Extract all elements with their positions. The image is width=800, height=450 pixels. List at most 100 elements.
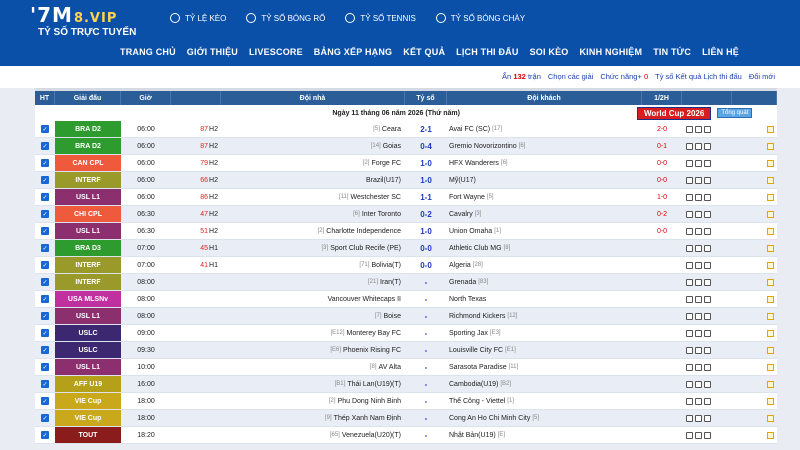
away-team[interactable]: HFX Wanderers [6] — [447, 155, 642, 171]
lineup-icon[interactable] — [695, 380, 702, 388]
away-team[interactable]: Cambodia(U19) [B2] — [447, 376, 642, 392]
row-checkbox[interactable]: ✓ — [41, 329, 49, 337]
settings-icon[interactable] — [704, 244, 711, 252]
home-team[interactable]: [2] Phu Dong Ninh Binh — [221, 393, 405, 409]
away-team[interactable]: Cong An Ho Chi Minh City [5] — [447, 410, 642, 426]
home-team[interactable]: [6] Inter Toronto — [221, 206, 405, 222]
away-team[interactable]: Avai FC (SC) [17] — [447, 121, 642, 137]
row-checkbox[interactable]: ✓ — [41, 142, 49, 150]
league-badge[interactable]: USL L1 — [55, 308, 121, 324]
settings-icon[interactable] — [704, 346, 711, 354]
away-team[interactable]: Richmond Kickers [12] — [447, 308, 642, 324]
lineup-icon[interactable] — [695, 414, 702, 422]
row-checkbox[interactable]: ✓ — [41, 363, 49, 371]
row-checkbox[interactable]: ✓ — [41, 227, 49, 235]
home-team[interactable]: [E12] Monterey Bay FC — [221, 325, 405, 341]
row-checkbox[interactable]: ✓ — [41, 414, 49, 422]
table-row[interactable]: ✓ BRA D2 06:00 87 H2 [5] Ceara 2-1 Avai FC (SC)[… — [35, 121, 777, 138]
settings-icon[interactable] — [704, 176, 711, 184]
league-badge[interactable]: INTERF — [55, 257, 121, 273]
table-row[interactable]: ✓ VIE Cup 18:00 [2] Phu Dong Ninh Binh - Thể C… — [35, 393, 777, 410]
row-checkbox[interactable]: ✓ — [41, 244, 49, 252]
stats-icon[interactable] — [686, 431, 693, 439]
stats-icon[interactable] — [686, 295, 693, 303]
away-team[interactable]: Louisville City FC [E1] — [447, 342, 642, 358]
favorite-icon[interactable] — [767, 261, 774, 269]
away-team[interactable]: Nhật Bản(U19) [E] — [447, 427, 642, 443]
settings-icon[interactable] — [704, 414, 711, 422]
settings-icon[interactable] — [704, 312, 711, 320]
league-badge[interactable]: AFF U19 — [55, 376, 121, 392]
nav-home[interactable]: TRANG CHỦ — [120, 47, 176, 57]
stats-icon[interactable] — [686, 380, 693, 388]
nav-experience[interactable]: KINH NGHIỆM — [579, 47, 642, 57]
row-checkbox[interactable]: ✓ — [41, 159, 49, 167]
table-row[interactable]: ✓ USLC 09:00 [E12] Monterey Bay FC - Sporting … — [35, 325, 777, 342]
away-team[interactable]: North Texas — [447, 291, 642, 307]
row-checkbox[interactable]: ✓ — [41, 312, 49, 320]
settings-icon[interactable] — [704, 329, 711, 337]
nav-livescore[interactable]: LIVESCORE — [249, 47, 303, 57]
table-row[interactable]: ✓ USL L1 06:30 51 H2 [2] Charlotte Independenc… — [35, 223, 777, 240]
favorite-icon[interactable] — [767, 244, 774, 252]
lineup-icon[interactable] — [695, 329, 702, 337]
league-badge[interactable]: USL L1 — [55, 189, 121, 205]
row-checkbox[interactable]: ✓ — [41, 125, 49, 133]
favorite-icon[interactable] — [767, 278, 774, 286]
favorite-icon[interactable] — [767, 210, 774, 218]
lineup-icon[interactable] — [695, 363, 702, 371]
home-team[interactable]: [9] Thép Xanh Nam Định — [221, 410, 405, 426]
home-team[interactable]: [3] Sport Club Recife (PE) — [221, 240, 405, 256]
favorite-icon[interactable] — [767, 176, 774, 184]
league-badge[interactable]: USL L1 — [55, 223, 121, 239]
lineup-icon[interactable] — [695, 261, 702, 269]
stats-icon[interactable] — [686, 176, 693, 184]
stats-icon[interactable] — [686, 227, 693, 235]
table-row[interactable]: ✓ BRA D2 06:00 87 H2 [14] Goias 0-4 Gremio Novor… — [35, 138, 777, 155]
nav-contact[interactable]: LIÊN HỆ — [702, 47, 739, 57]
match-score[interactable]: - — [405, 359, 447, 375]
lineup-icon[interactable] — [695, 431, 702, 439]
stats-icon[interactable] — [686, 261, 693, 269]
lineup-icon[interactable] — [695, 193, 702, 201]
favorite-icon[interactable] — [767, 312, 774, 320]
favorite-icon[interactable] — [767, 431, 774, 439]
match-score[interactable]: 1-1 — [405, 189, 447, 205]
league-badge[interactable]: USLC — [55, 325, 121, 341]
table-row[interactable]: ✓ INTERF 06:00 66 H2 Brazil(U17) 1-0 Mỹ(U17) 0-0 — [35, 172, 777, 189]
home-team[interactable]: [E6] Phoenix Rising FC — [221, 342, 405, 358]
table-row[interactable]: ✓ USLC 09:30 [E6] Phoenix Rising FC - Louisvil… — [35, 342, 777, 359]
favorite-icon[interactable] — [767, 397, 774, 405]
favorite-icon[interactable] — [767, 125, 774, 133]
favorite-icon[interactable] — [767, 414, 774, 422]
match-score[interactable]: 1-0 — [405, 155, 447, 171]
row-checkbox[interactable]: ✓ — [41, 261, 49, 269]
settings-icon[interactable] — [704, 193, 711, 201]
site-logo[interactable]: '7M8.VIP — [30, 3, 117, 27]
home-team[interactable]: [14] Goias — [221, 138, 405, 154]
settings-icon[interactable] — [704, 397, 711, 405]
stats-icon[interactable] — [686, 244, 693, 252]
refresh-link[interactable]: Đổi mới — [749, 72, 775, 81]
nav-news[interactable]: TIN TỨC — [653, 47, 691, 57]
table-row[interactable]: ✓ INTERF 07:00 41 H1 [71] Bolivia(T) 0-0 Algeria… — [35, 257, 777, 274]
stats-icon[interactable] — [686, 346, 693, 354]
match-score[interactable]: - — [405, 393, 447, 409]
league-badge[interactable]: USLC — [55, 342, 121, 358]
home-team[interactable]: [11] Westchester SC — [221, 189, 405, 205]
nav-results[interactable]: KẾT QUẢ — [403, 47, 445, 57]
lineup-icon[interactable] — [695, 159, 702, 167]
settings-icon[interactable] — [704, 159, 711, 167]
match-score[interactable]: - — [405, 291, 447, 307]
favorite-icon[interactable] — [767, 329, 774, 337]
row-checkbox[interactable]: ✓ — [41, 278, 49, 286]
hidden-matches-toggle[interactable]: Ẩn 132 trận — [502, 72, 541, 81]
table-row[interactable]: ✓ VIE Cup 18:00 [9] Thép Xanh Nam Định - Cong … — [35, 410, 777, 427]
topnav-tennis[interactable]: TỶ SỐ TENNIS — [345, 13, 416, 23]
league-badge[interactable]: INTERF — [55, 172, 121, 188]
table-row[interactable]: ✓ CAN CPL 06:00 79 H2 [2] Forge FC 1-0 HFX Wande… — [35, 155, 777, 172]
match-score[interactable]: 0-4 — [405, 138, 447, 154]
away-team[interactable]: Union Omaha [1] — [447, 223, 642, 239]
away-team[interactable]: Algeria [28] — [447, 257, 642, 273]
row-checkbox[interactable]: ✓ — [41, 397, 49, 405]
